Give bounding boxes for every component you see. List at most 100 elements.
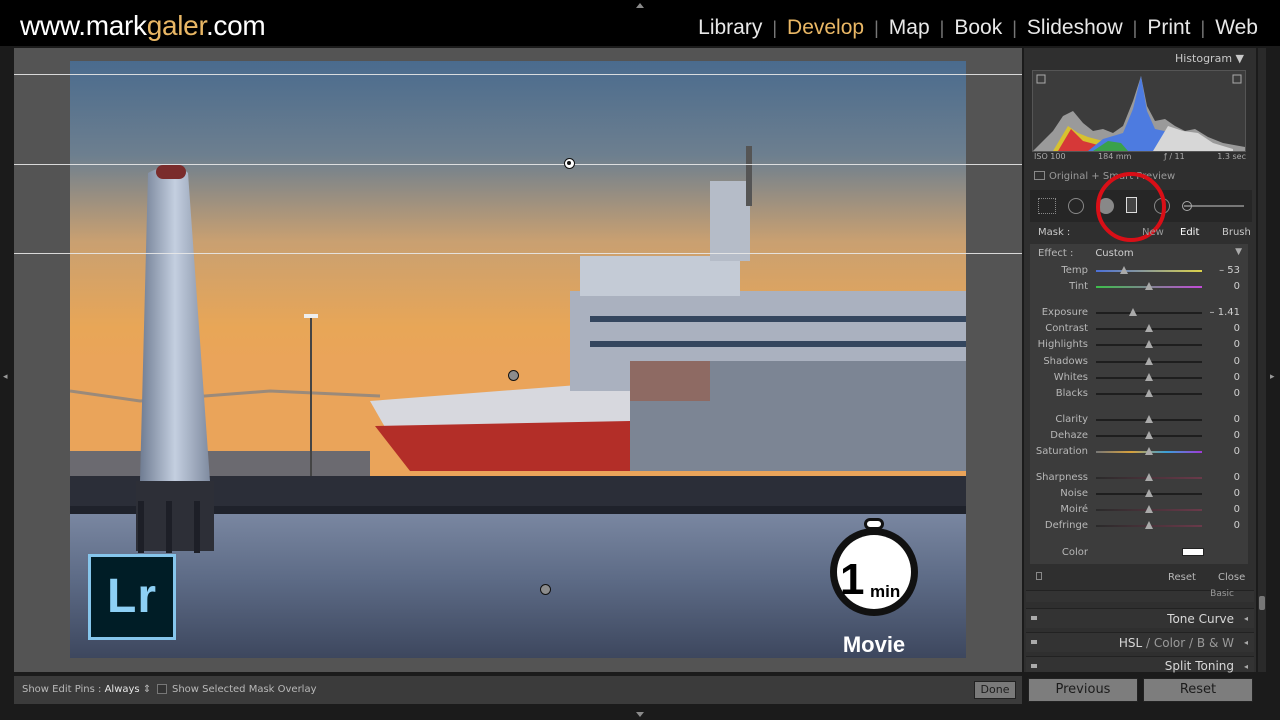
scrollbar-thumb[interactable]	[1259, 596, 1265, 610]
lightroom-logo: Lr	[88, 554, 176, 640]
right-panel-scrollbar[interactable]	[1258, 48, 1266, 672]
mask-brush[interactable]: Brush	[1222, 227, 1251, 238]
slider-whites-knob[interactable]	[1145, 373, 1153, 381]
right-panel-toggle-icon[interactable]: ▸	[1270, 372, 1275, 382]
left-panel-toggle-icon[interactable]: ◂	[3, 372, 8, 382]
slider-saturation-knob[interactable]	[1145, 447, 1153, 455]
dropdown-arrows-icon[interactable]: ⇕	[143, 684, 151, 695]
hsl-tab[interactable]: HSL	[1119, 636, 1142, 650]
panel-hsl-label: HSL / Color / B & W	[1119, 636, 1234, 650]
mask-guide-line-top[interactable]	[14, 74, 1022, 75]
color-tab[interactable]: Color	[1154, 636, 1185, 650]
mask-guide-line-bottom[interactable]	[14, 253, 1022, 254]
slider-dehaze-value[interactable]: 0	[1234, 430, 1240, 441]
spot-removal-tool-icon[interactable]	[1068, 198, 1084, 214]
slider-defringe-knob[interactable]	[1145, 521, 1153, 529]
slider-clarity-value[interactable]: 0	[1234, 414, 1240, 425]
panel-switch-icon[interactable]	[1031, 616, 1037, 620]
effect-close-button[interactable]: Close	[1218, 572, 1245, 583]
histogram-header[interactable]: Histogram ▼	[1175, 52, 1244, 65]
module-picker: Library | Develop | Map | Book | Slideshow | Print…	[688, 16, 1268, 40]
hsl-separator: /	[1145, 636, 1151, 650]
slider-shadows-knob[interactable]	[1145, 357, 1153, 365]
show-edit-pins-value[interactable]: Always	[105, 684, 140, 695]
slider-clarity: Clarity 0	[1030, 413, 1248, 427]
slider-blacks-knob[interactable]	[1145, 389, 1153, 397]
show-mask-overlay-checkbox[interactable]	[157, 684, 167, 694]
effect-collapse-icon[interactable]: ▼	[1235, 247, 1242, 257]
panel-switch-icon[interactable]	[1031, 640, 1037, 644]
color-swatch[interactable]	[1182, 548, 1204, 556]
slider-highlights-knob[interactable]	[1145, 340, 1153, 348]
brush-size-knob[interactable]	[1182, 201, 1192, 211]
histogram[interactable]	[1032, 70, 1246, 152]
slider-dehaze-knob[interactable]	[1145, 431, 1153, 439]
slider-sharpness-knob[interactable]	[1145, 473, 1153, 481]
panel-split-toning[interactable]: Split Toning ◂	[1026, 656, 1254, 673]
slider-contrast-knob[interactable]	[1145, 324, 1153, 332]
mask-edit[interactable]: Edit	[1180, 227, 1199, 238]
slider-temp-track[interactable]	[1096, 270, 1202, 272]
slider-temp-knob[interactable]	[1119, 266, 1128, 274]
module-library[interactable]: Library	[688, 16, 772, 40]
slider-exposure-label: Exposure	[1041, 307, 1088, 318]
bottom-panel-toggle-icon[interactable]	[636, 712, 644, 717]
slider-highlights-label: Highlights	[1037, 339, 1088, 350]
mask-guide-line-center[interactable]	[14, 164, 1022, 165]
done-button[interactable]: Done	[974, 681, 1016, 699]
slider-exposure-track[interactable]	[1096, 312, 1202, 314]
mask-new[interactable]: New	[1142, 227, 1164, 238]
effect-preset-value[interactable]: Custom	[1095, 248, 1133, 259]
crop-tool-icon[interactable]	[1038, 198, 1056, 214]
slider-blacks-value[interactable]: 0	[1234, 388, 1240, 399]
slider-defringe-value[interactable]: 0	[1234, 520, 1240, 531]
slider-tint-label: Tint	[1069, 281, 1088, 292]
bw-tab[interactable]: B & W	[1197, 636, 1234, 650]
slider-saturation-value[interactable]: 0	[1234, 446, 1240, 457]
edit-pin-active[interactable]	[564, 158, 575, 169]
panel-hsl[interactable]: HSL / Color / B & W ◂	[1026, 632, 1254, 652]
previous-button[interactable]: Previous	[1028, 678, 1138, 702]
module-slideshow[interactable]: Slideshow	[1017, 16, 1133, 40]
slider-tint-value[interactable]: 0	[1234, 281, 1240, 292]
slider-noise-value[interactable]: 0	[1234, 488, 1240, 499]
top-panel-toggle-icon[interactable]	[636, 3, 644, 8]
site-suffix: .com	[205, 10, 266, 41]
iso-value: ISO 100	[1034, 152, 1066, 161]
slider-sharpness: Sharpness 0	[1030, 471, 1248, 485]
edit-pin[interactable]	[508, 370, 519, 381]
module-book[interactable]: Book	[944, 16, 1012, 40]
effect-preset[interactable]: Effect : Custom	[1038, 248, 1134, 259]
adjustment-brush-tool-icon[interactable]	[1184, 205, 1244, 207]
slider-moir-value[interactable]: 0	[1234, 504, 1240, 515]
slider-contrast-value[interactable]: 0	[1234, 323, 1240, 334]
slider-exposure-value[interactable]: – 1.41	[1210, 307, 1240, 318]
slider-whites-value[interactable]: 0	[1234, 372, 1240, 383]
panel-expand-icon[interactable]: ◂	[1244, 662, 1248, 671]
effect-reset-button[interactable]: Reset	[1168, 572, 1196, 583]
show-edit-pins[interactable]: Show Edit Pins : Always ⇕	[22, 684, 151, 695]
slider-tint-knob[interactable]	[1145, 282, 1153, 290]
module-map[interactable]: Map	[879, 16, 940, 40]
slider-noise-knob[interactable]	[1145, 489, 1153, 497]
slider-shadows-value[interactable]: 0	[1234, 356, 1240, 367]
slider-moir-knob[interactable]	[1145, 505, 1153, 513]
slider-exposure-knob[interactable]	[1129, 308, 1138, 316]
reset-button[interactable]: Reset	[1143, 678, 1253, 702]
module-web[interactable]: Web	[1205, 16, 1268, 40]
panel-switch-icon[interactable]	[1031, 664, 1037, 668]
slider-clarity-label: Clarity	[1055, 414, 1088, 425]
panel-tone-curve[interactable]: Tone Curve ◂	[1026, 608, 1254, 628]
slider-highlights-value[interactable]: 0	[1234, 339, 1240, 350]
slider-sharpness-value[interactable]: 0	[1234, 472, 1240, 483]
toggle-switch-icon[interactable]	[1036, 572, 1042, 580]
module-print[interactable]: Print	[1137, 16, 1200, 40]
edit-pin[interactable]	[540, 584, 551, 595]
module-develop[interactable]: Develop	[777, 16, 874, 40]
panel-expand-icon[interactable]: ◂	[1244, 614, 1248, 623]
slider-temp-value[interactable]: – 53	[1219, 265, 1240, 276]
panel-expand-icon[interactable]: ◂	[1244, 638, 1248, 647]
panel-basic[interactable]: Basic	[1026, 589, 1254, 602]
show-edit-pins-label: Show Edit Pins :	[22, 684, 102, 695]
slider-clarity-knob[interactable]	[1145, 415, 1153, 423]
